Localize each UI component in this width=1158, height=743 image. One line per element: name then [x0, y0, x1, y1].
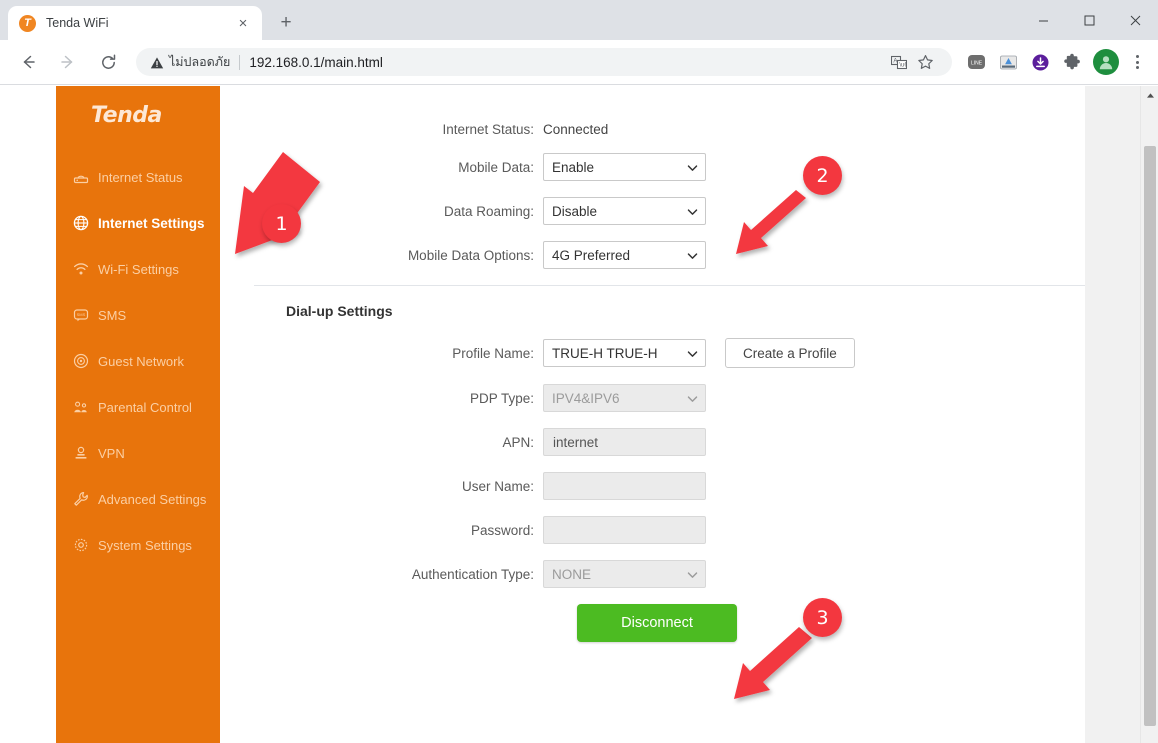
puzzle-extension-icon[interactable]	[1058, 48, 1086, 76]
menu-dot	[1135, 60, 1139, 64]
url-text: 192.168.0.1/main.html	[249, 54, 383, 70]
page-viewport: Tenda Internet Status Internet Settings	[0, 86, 1158, 743]
address-bar[interactable]: ไม่ปลอดภัย 192.168.0.1/main.html A\u6587	[136, 48, 952, 76]
new-tab-button[interactable]: +	[272, 9, 300, 37]
star-icon[interactable]	[912, 49, 938, 75]
tab-strip: T Tenda WiFi × +	[0, 0, 1158, 40]
annotation-arrow-2	[736, 190, 806, 254]
omnibox-separator	[239, 54, 241, 70]
annotation-badge-2: 2	[803, 156, 842, 195]
line-extension-icon[interactable]: LINE	[962, 48, 990, 76]
download-icon[interactable]	[1026, 48, 1054, 76]
maximize-icon	[1084, 15, 1094, 25]
annotation-badge-3: 3	[803, 598, 842, 637]
minimize-button[interactable]	[1020, 0, 1066, 40]
reload-icon	[101, 54, 115, 69]
browser-window: T Tenda WiFi × + ไม่ปลอดภัย 192.168.0.1/…	[0, 0, 1158, 743]
svg-text:A: A	[893, 59, 897, 65]
security-status-text: ไม่ปลอดภัย	[169, 55, 231, 69]
tenda-favicon-icon: T	[19, 14, 36, 32]
tab-title: Tenda WiFi	[46, 16, 109, 30]
back-button[interactable]	[13, 47, 43, 77]
tab-close-icon[interactable]: ×	[234, 14, 252, 32]
avatar-person-icon	[1099, 56, 1113, 70]
app-extension-icon[interactable]	[994, 48, 1022, 76]
browser-tab[interactable]: T Tenda WiFi ×	[8, 6, 262, 40]
browser-toolbar: ไม่ปลอดภัย 192.168.0.1/main.html A\u6587…	[0, 40, 1158, 85]
maximize-button[interactable]	[1066, 0, 1112, 40]
extension-icons: LINE	[960, 48, 1088, 76]
back-arrow-icon	[23, 55, 35, 69]
close-window-button[interactable]	[1112, 0, 1158, 40]
annotation-arrow-3	[734, 627, 812, 699]
menu-dot	[1135, 55, 1139, 58]
three-dot-menu-icon[interactable]	[1124, 48, 1150, 76]
reload-button[interactable]	[93, 47, 123, 77]
profile-avatar[interactable]	[1093, 49, 1119, 75]
annotation-badge-1: 1	[262, 204, 301, 243]
minimize-icon	[1038, 20, 1048, 21]
window-controls	[1020, 0, 1158, 40]
svg-text:\u6587: \u6587	[899, 63, 907, 69]
svg-text:LINE: LINE	[971, 60, 983, 66]
forward-arrow-icon	[61, 55, 73, 69]
annotation-arrows	[235, 152, 812, 699]
forward-button[interactable]	[53, 47, 83, 77]
warning-triangle-icon	[150, 56, 164, 69]
menu-dot	[1135, 66, 1139, 69]
omnibox-actions: A\u6587	[886, 49, 938, 75]
close-icon	[1130, 15, 1140, 25]
translate-icon[interactable]: A\u6587	[886, 49, 912, 75]
